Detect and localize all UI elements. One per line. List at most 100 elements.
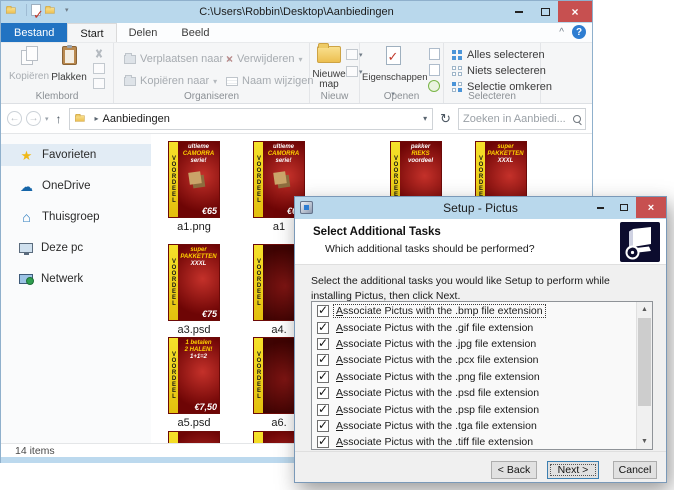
task-row[interactable]: Associate Pictus with the .tga file exte… [312,418,635,434]
address-dropdown-icon[interactable]: ▾ [423,114,427,123]
new-folder-button[interactable]: Nieuwe map [311,43,347,90]
checkbox-checked[interactable] [317,402,329,416]
cut-icon[interactable] [93,48,105,59]
ribbon: Kopiëren Plakken Klembord Verplaatsen na… [1,43,592,104]
dialog-footer: < Back Next > Cancel [295,451,666,482]
tab-start[interactable]: Start [67,23,117,42]
copy-button[interactable]: Kopiëren [9,46,49,82]
scrollbar-thumb[interactable] [638,318,651,406]
dropdown-icon: ▾ [213,76,218,86]
scrollbar[interactable]: ▲ ▼ [636,302,652,449]
file-thumbnail[interactable]: VOORDEEL ultiemeCAMORRAserie!€65 [169,142,219,217]
file-thumbnail[interactable]: VOORDEEL [169,432,219,443]
checkbox-checked[interactable] [317,369,329,383]
easy-access-icon[interactable] [346,66,358,77]
search-icon[interactable] [573,114,581,123]
sidebar-item-netwerk[interactable]: Netwerk [1,268,151,290]
dialog-maximize-button[interactable] [612,197,636,218]
task-row[interactable]: Associate Pictus with the .bmp file exte… [312,303,635,319]
select-all-button[interactable]: Alles selecteren [452,49,545,61]
group-label: Selecteren [468,91,516,102]
select-none-button[interactable]: Niets selecteren [452,65,546,77]
sidebar-item-favorieten[interactable]: ★ Favorieten [1,144,151,166]
new-item-icon[interactable] [346,49,358,60]
sidebar-item-onedrive[interactable]: ☁ OneDrive [1,175,151,197]
sidebar-item-thuisgroep[interactable]: ⌂ Thuisgroep [1,206,151,228]
close-button[interactable]: × [558,1,592,22]
voordeel-strip: VOORDEEL [169,432,178,443]
checkbox-checked[interactable] [317,434,329,449]
checkbox-checked[interactable] [317,303,329,318]
tab-delen[interactable]: Delen [117,23,170,42]
dialog-heading: Select Additional Tasks [313,226,441,238]
maximize-button[interactable] [532,1,558,22]
sidebar-item-deze-pc[interactable]: Deze pc [1,237,151,259]
file-thumbnail[interactable]: VOORDEEL super PAKKETTEN XXXL €75 [169,245,219,320]
task-row[interactable]: Associate Pictus with the .pcx file exte… [312,352,635,368]
checkbox-checked[interactable] [317,352,329,367]
ribbon-collapse-icon[interactable]: ^ [559,27,564,38]
next-button[interactable]: Next > [547,461,599,479]
address-bar: ← → ▾ ↑ ▸ Aanbiedingen ▾ ↻ [1,104,592,134]
ribbon-group-klembord: Kopiëren Plakken Klembord [1,43,114,103]
task-row[interactable]: Associate Pictus with the .png file exte… [312,369,635,385]
checkbox-checked[interactable] [317,336,329,350]
box-art [273,171,287,185]
move-to-button[interactable]: Verplaatsen naar ▾ [124,52,231,65]
edit-icon[interactable] [428,64,440,76]
task-row[interactable]: Associate Pictus with the .tiff file ext… [312,434,635,450]
move-to-icon [124,52,136,64]
refresh-icon[interactable]: ↻ [437,111,454,127]
copy-icon [21,46,38,65]
file-thumbnail[interactable]: VOORDEEL 1 betalen 2 HALEN! 1+1=2 €7,50 [169,338,219,413]
dialog-minimize-button[interactable] [588,197,612,218]
recent-pages-icon[interactable]: ▾ [45,115,49,123]
star-icon: ★ [20,147,33,163]
tab-beeld[interactable]: Beeld [169,23,221,42]
copy-to-button[interactable]: Kopiëren naar ▾ [124,74,218,87]
open-icon[interactable] [428,48,440,60]
breadcrumb-folder-name[interactable]: Aanbiedingen [103,113,170,125]
group-label: Openen [383,91,420,102]
file-name[interactable]: a3.psd [159,324,229,336]
cancel-button[interactable]: Cancel [613,461,657,479]
breadcrumb[interactable]: ▸ Aanbiedingen ▾ [68,107,434,130]
minimize-button[interactable] [506,1,532,22]
dialog-header: Select Additional Tasks Which additional… [295,219,666,265]
checkbox-checked[interactable] [317,385,329,400]
delete-button[interactable]: × Verwijderen ▾ [226,53,303,65]
up-button[interactable]: ↑ [53,112,65,126]
setup-dialog: Setup - Pictus × Select Additional Tasks… [294,196,667,483]
breadcrumb-arrow-icon[interactable]: ▸ [95,114,99,123]
tasks-listbox[interactable]: Associate Pictus with the .bmp file exte… [311,301,653,450]
paste-button[interactable]: Plakken [49,45,89,83]
copy-path-icon[interactable] [93,63,105,74]
help-icon[interactable]: ? [572,25,586,39]
installer-icon [620,222,660,262]
scroll-up-icon[interactable]: ▲ [637,302,652,317]
explorer-titlebar[interactable]: ▾ C:\Users\Robbin\Desktop\Aanbiedingen × [1,1,592,23]
rename-button[interactable]: Naam wijzigen [226,75,314,87]
dialog-close-button[interactable]: × [636,197,666,218]
file-name[interactable]: a1.png [159,221,229,233]
task-row[interactable]: Associate Pictus with the .jpg file exte… [312,336,635,352]
scroll-down-icon[interactable]: ▼ [637,434,652,449]
dialog-titlebar[interactable]: Setup - Pictus × [295,197,666,219]
search-input[interactable] [463,112,573,125]
file-name[interactable]: a5.psd [159,417,229,429]
checkbox-checked[interactable] [317,418,329,432]
new-folder-icon [317,43,341,63]
tab-bestand[interactable]: Bestand [1,23,68,42]
checkbox-checked[interactable] [317,320,329,334]
forward-button[interactable]: → [26,111,41,126]
task-row[interactable]: Associate Pictus with the .psd file exte… [312,385,635,401]
task-row[interactable]: Associate Pictus with the .psp file exte… [312,401,635,417]
task-row[interactable]: Associate Pictus with the .gif file exte… [312,319,635,335]
maximize-icon [620,204,628,211]
minimize-icon [515,10,523,13]
search-box[interactable] [458,107,586,130]
paste-shortcut-icon[interactable] [93,78,105,89]
back-button[interactable]: < Back [491,461,537,479]
back-button[interactable]: ← [7,111,22,126]
voordeel-strip: VOORDEEL [254,245,263,320]
